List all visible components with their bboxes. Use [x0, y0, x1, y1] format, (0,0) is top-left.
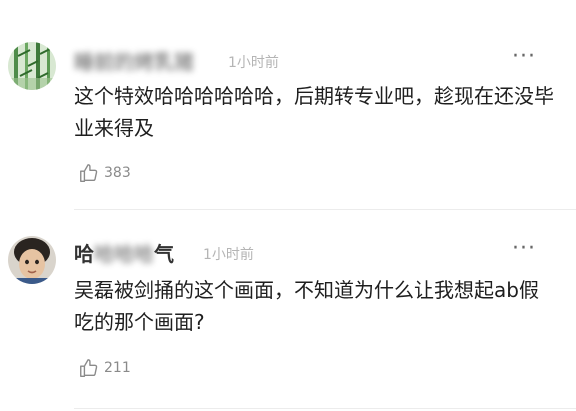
like-button[interactable]: 383	[78, 162, 131, 184]
comment-text: 这个特效哈哈哈哈哈哈，后期转专业吧，趁现在还没毕业来得及	[74, 84, 554, 140]
username-blurred: 睡前的烤乳猪	[74, 50, 194, 74]
user-avatar[interactable]	[8, 236, 56, 284]
more-dots-icon[interactable]: ···	[512, 44, 536, 69]
like-count: 383	[104, 165, 131, 181]
divider	[74, 408, 576, 409]
thumbs-up-icon	[80, 359, 98, 377]
more-dots-icon[interactable]: ···	[512, 236, 536, 261]
comment-item: 哈哈哈哈气 1小时前 ··· 吴磊被剑捅的这个画面，不知道为什么让我想起ab假吃…	[0, 212, 576, 411]
username[interactable]: 哈哈哈哈气	[74, 238, 174, 267]
bamboo-avatar-icon	[8, 42, 56, 90]
user-avatar[interactable]	[8, 42, 56, 90]
username[interactable]: 睡前的烤乳猪	[74, 46, 194, 75]
like-button[interactable]: 211	[78, 357, 131, 379]
username-visible: 哈	[74, 242, 94, 266]
username-blurred: 哈哈哈	[94, 242, 154, 266]
comment-item: 睡前的烤乳猪 1小时前 ··· 这个特效哈哈哈哈哈哈，后期转专业吧，趁现在还没毕…	[0, 0, 576, 210]
child-avatar-icon	[8, 236, 56, 284]
comment-text: 吴磊被剑捅的这个画面，不知道为什么让我想起ab假吃的那个画面?	[74, 278, 539, 334]
like-count: 211	[104, 360, 131, 376]
comment-time: 1小时前	[203, 247, 254, 263]
comment-time: 1小时前	[228, 55, 279, 71]
username-suffix: 气	[154, 242, 174, 266]
thumbs-up-icon	[80, 164, 98, 182]
divider	[74, 209, 576, 210]
